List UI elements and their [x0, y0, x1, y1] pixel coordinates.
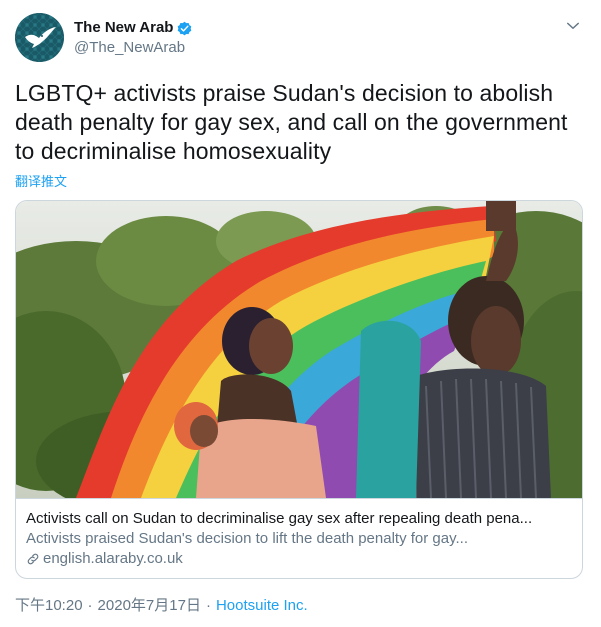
tweet-meta: 下午10:20 · 2020年7月17日 · Hootsuite Inc.: [15, 596, 308, 616]
bird-logo-icon: [15, 13, 64, 62]
translate-tweet-link[interactable]: 翻译推文: [15, 173, 67, 191]
tweet-date[interactable]: 2020年7月17日: [98, 596, 201, 616]
card-title: Activists call on Sudan to decriminalise…: [26, 510, 533, 527]
chevron-down-icon[interactable]: [564, 17, 582, 35]
tweet-text: LGBTQ+ activists praise Sudan's decision…: [15, 80, 568, 164]
card-body[interactable]: Activists call on Sudan to decriminalise…: [16, 498, 582, 578]
display-name-text[interactable]: The New Arab: [74, 18, 173, 38]
card-domain-text: english.alaraby.co.uk: [43, 550, 183, 567]
card-description: Activists praised Sudan's decision to li…: [26, 530, 468, 547]
card-image[interactable]: [16, 201, 582, 498]
tweet: The New Arab @The_NewArab LGBTQ+ activis…: [0, 0, 601, 627]
author-names: The New Arab @The_NewArab: [74, 18, 193, 58]
link-card[interactable]: Activists call on Sudan to decriminalise…: [15, 200, 583, 579]
rainbow-flag-photo: [16, 201, 582, 498]
tweet-source[interactable]: Hootsuite Inc.: [216, 596, 308, 616]
display-name[interactable]: The New Arab: [74, 18, 193, 38]
link-icon: [27, 553, 39, 565]
meta-separator-2: ·: [205, 597, 211, 614]
meta-separator: ·: [87, 597, 93, 614]
tweet-header: The New Arab @The_NewArab: [15, 13, 586, 65]
handle[interactable]: @The_NewArab: [74, 38, 193, 58]
card-domain: english.alaraby.co.uk: [26, 549, 574, 569]
avatar[interactable]: [15, 13, 64, 62]
verified-badge-icon: [178, 21, 192, 35]
tweet-time[interactable]: 下午10:20: [15, 596, 83, 616]
